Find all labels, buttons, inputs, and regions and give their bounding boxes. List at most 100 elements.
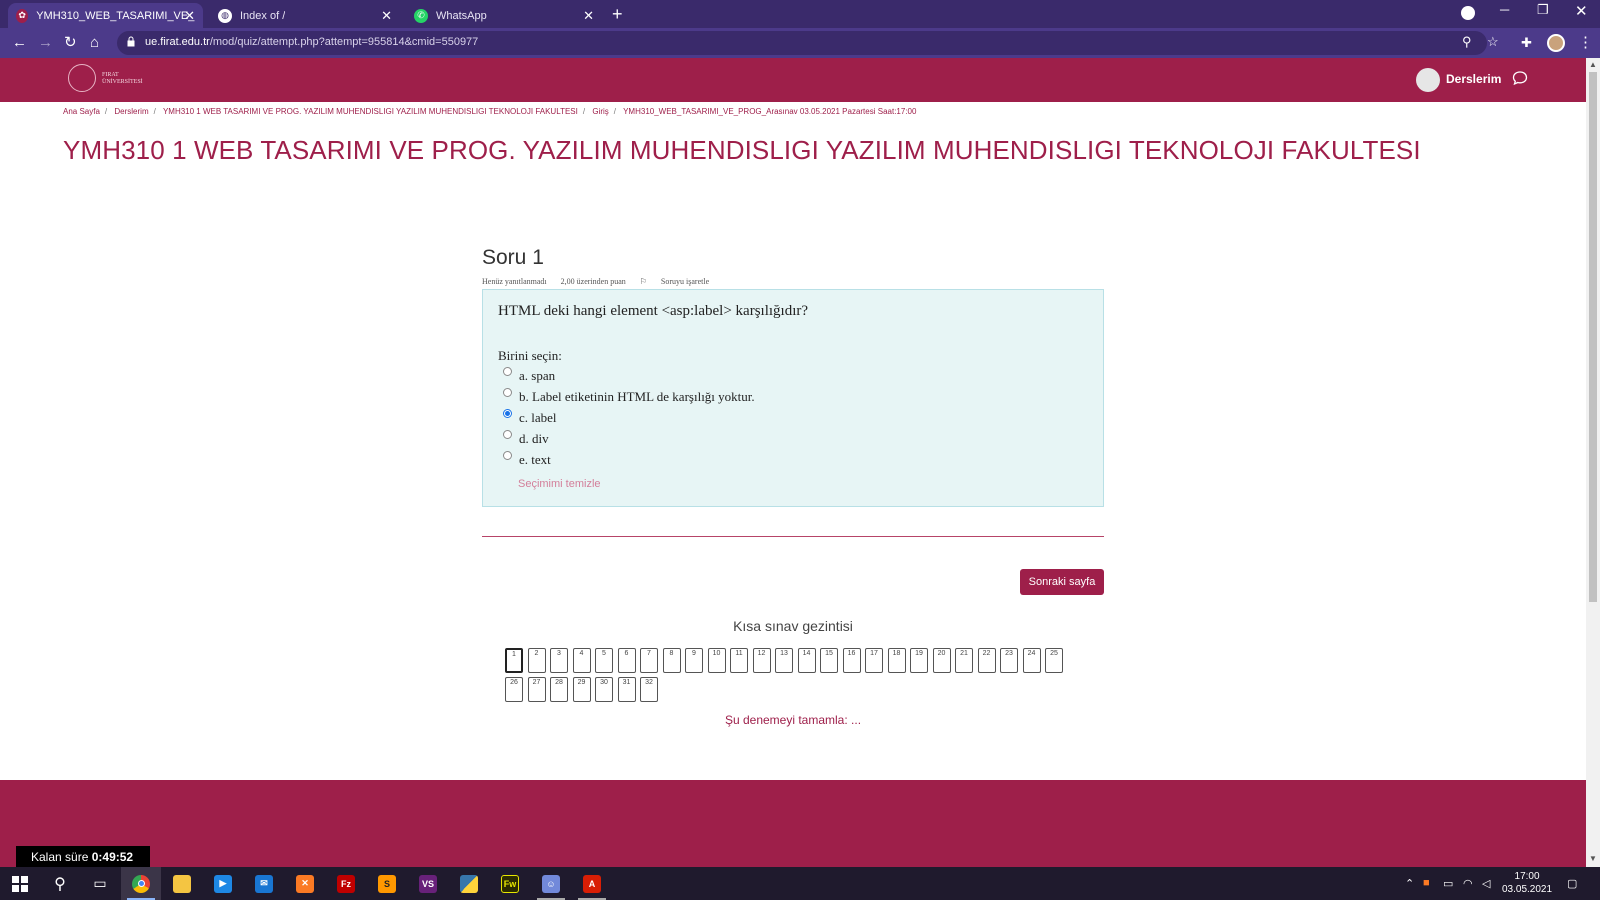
option-c[interactable]: c. label — [503, 408, 557, 426]
quiz-nav-button[interactable]: 21 — [955, 648, 973, 673]
window-close-icon[interactable]: ✕ — [1575, 2, 1588, 20]
quiz-nav-button[interactable]: 17 — [865, 648, 883, 673]
battery-icon[interactable]: ▭ — [1443, 877, 1453, 890]
quiz-nav-button[interactable]: 30 — [595, 677, 613, 702]
clear-choice-link[interactable]: Seçimimi temizle — [518, 478, 601, 490]
flag-question[interactable]: ⚐ Soruyu işaretle — [640, 277, 721, 286]
tray-expand-icon[interactable]: ⌃ — [1405, 877, 1414, 890]
xampp-tray-icon[interactable]: ■ — [1423, 877, 1430, 889]
tab-whatsapp[interactable]: ✆ WhatsApp ✕ — [406, 3, 602, 28]
quiz-nav-button[interactable]: 19 — [910, 648, 928, 673]
back-icon[interactable]: ← — [12, 34, 27, 52]
close-icon[interactable]: ✕ — [184, 8, 195, 24]
finish-attempt-link[interactable]: Şu denemeyi tamamla: ... — [0, 713, 1586, 727]
quiz-nav-button[interactable]: 14 — [797, 648, 816, 673]
scroll-up-icon[interactable]: ▲ — [1589, 60, 1597, 69]
quiz-nav-button[interactable]: 8 — [662, 648, 681, 673]
breadcrumb-item[interactable]: Ana Sayfa — [63, 107, 100, 116]
option-e[interactable]: e. text — [503, 450, 551, 468]
quiz-nav-button[interactable]: 26 — [505, 677, 523, 702]
option-d-radio[interactable] — [503, 429, 512, 439]
option-a-radio[interactable] — [503, 366, 512, 376]
system-clock[interactable]: 17:00 03.05.2021 — [1502, 870, 1552, 896]
quiz-nav-button[interactable]: 2 — [527, 648, 546, 673]
scroll-thumb[interactable] — [1589, 72, 1597, 602]
quiz-nav-button[interactable]: 7 — [640, 648, 658, 673]
address-bar[interactable]: ue.firat.edu.tr/mod/quiz/attempt.php?att… — [117, 31, 1499, 55]
home-icon[interactable]: ⌂ — [90, 34, 99, 52]
close-icon[interactable]: ✕ — [583, 8, 594, 24]
zoom-icon[interactable]: ⚲ — [1462, 34, 1472, 50]
quiz-nav-button[interactable]: 1 — [505, 648, 523, 673]
menu-icon[interactable]: ⋮ — [1578, 34, 1593, 52]
quiz-nav-button[interactable]: 4 — [572, 648, 591, 673]
quiz-nav-button[interactable]: 6 — [617, 648, 636, 673]
breadcrumb-item[interactable]: YMH310_WEB_TASARIMI_VE_PROG_Arasınav 03.… — [623, 107, 916, 116]
profile-menu-icon[interactable] — [1461, 6, 1475, 20]
quiz-nav-button[interactable]: 31 — [617, 677, 636, 702]
fireworks-icon[interactable]: Fw — [490, 867, 530, 900]
scroll-down-icon[interactable]: ▼ — [1589, 854, 1597, 863]
forward-icon[interactable]: → — [38, 34, 53, 52]
tab-index[interactable]: ◍ Index of / ✕ — [210, 3, 400, 28]
xampp-icon[interactable]: ✕ — [285, 867, 325, 900]
next-page-button[interactable]: Sonraki sayfa — [1020, 569, 1104, 595]
breadcrumb-item[interactable]: Giriş — [592, 107, 608, 116]
volume-icon[interactable]: ◁ — [1482, 877, 1490, 890]
extensions-icon[interactable]: ✚ — [1521, 34, 1532, 52]
python-icon[interactable] — [449, 867, 489, 900]
browser-profile-avatar[interactable] — [1547, 34, 1565, 52]
option-b-radio[interactable] — [503, 387, 512, 397]
breadcrumb-item[interactable]: YMH310 1 WEB TASARIMI VE PROG. YAZILIM M… — [163, 107, 578, 116]
quiz-nav-button[interactable]: 13 — [775, 648, 793, 673]
acrobat-icon[interactable]: A — [572, 867, 612, 900]
quiz-nav-button[interactable]: 23 — [1000, 648, 1018, 673]
quiz-nav-button[interactable]: 20 — [932, 648, 951, 673]
option-b[interactable]: b. Label etiketinin HTML de karşılığı yo… — [503, 387, 755, 405]
discord-icon[interactable]: ☺ — [531, 867, 571, 900]
quiz-nav-button[interactable]: 5 — [595, 648, 613, 673]
chrome-icon[interactable] — [121, 867, 161, 900]
option-e-radio[interactable] — [503, 450, 512, 460]
windows-start-icon[interactable] — [0, 867, 40, 900]
university-logo[interactable] — [68, 64, 96, 92]
sublime-text-icon[interactable]: S — [367, 867, 407, 900]
tab-quiz[interactable]: ✿ YMH310_WEB_TASARIMI_VE_PRO ✕ — [8, 3, 203, 28]
filezilla-icon[interactable]: Fz — [326, 867, 366, 900]
notification-icon[interactable]: ▢ — [1567, 877, 1577, 890]
quiz-nav-button[interactable]: 27 — [527, 677, 546, 702]
derslerim-menu[interactable]: Derslerim — [1446, 72, 1501, 86]
option-c-radio[interactable] — [503, 408, 512, 418]
quiz-nav-button[interactable]: 11 — [730, 648, 748, 673]
new-tab-icon[interactable]: + — [612, 4, 623, 25]
quiz-nav-button[interactable]: 25 — [1045, 648, 1063, 673]
visual-studio-code-icon[interactable]: ▶ — [203, 867, 243, 900]
quiz-nav-button[interactable]: 10 — [707, 648, 726, 673]
mail-icon[interactable]: ✉ — [244, 867, 284, 900]
breadcrumb-item[interactable]: Derslerim — [114, 107, 148, 116]
close-icon[interactable]: ✕ — [381, 8, 392, 24]
quiz-nav-button[interactable]: 24 — [1022, 648, 1041, 673]
file-explorer-icon[interactable] — [162, 867, 202, 900]
quiz-nav-button[interactable]: 18 — [887, 648, 906, 673]
option-d[interactable]: d. div — [503, 429, 549, 447]
visual-studio-icon[interactable]: VS — [408, 867, 448, 900]
message-icon[interactable] — [1512, 70, 1528, 86]
quiz-nav-button[interactable]: 3 — [550, 648, 568, 673]
quiz-nav-button[interactable]: 9 — [685, 648, 703, 673]
user-avatar[interactable] — [1416, 68, 1440, 92]
quiz-nav-button[interactable]: 22 — [977, 648, 996, 673]
quiz-nav-button[interactable]: 28 — [550, 677, 568, 702]
quiz-nav-button[interactable]: 12 — [752, 648, 771, 673]
task-view-icon[interactable]: ▭ — [80, 867, 120, 900]
restore-icon[interactable]: ❐ — [1537, 2, 1549, 18]
quiz-nav-button[interactable]: 32 — [640, 677, 658, 702]
bookmark-star-icon[interactable]: ☆ — [1487, 34, 1499, 50]
wifi-icon[interactable]: ◠ — [1463, 877, 1473, 890]
quiz-nav-button[interactable]: 16 — [842, 648, 861, 673]
reload-icon[interactable]: ↻ — [64, 34, 77, 52]
page-scrollbar[interactable]: ▲ ▼ — [1586, 58, 1600, 867]
minimize-icon[interactable]: ─ — [1500, 2, 1509, 17]
quiz-nav-button[interactable]: 15 — [820, 648, 838, 673]
quiz-nav-button[interactable]: 29 — [572, 677, 591, 702]
